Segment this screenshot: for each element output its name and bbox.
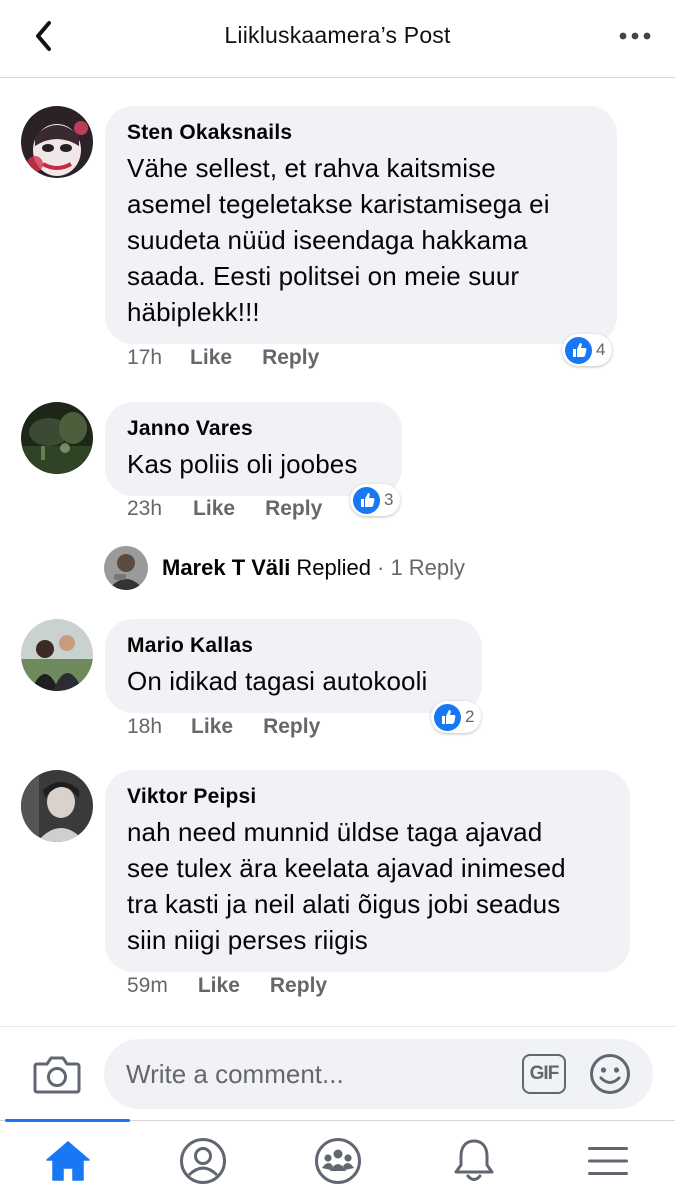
like-button[interactable]: Like xyxy=(191,715,233,739)
nav-profile[interactable] xyxy=(175,1135,231,1187)
emoji-icon xyxy=(590,1054,630,1094)
comment-bubble[interactable]: Janno Vares Kas poliis oli joobes xyxy=(105,402,402,496)
reaction-count[interactable]: 4 xyxy=(562,334,613,366)
view-replies[interactable]: Marek T Väli Replied · 1 Reply xyxy=(104,546,465,590)
nav-home[interactable] xyxy=(40,1135,96,1187)
menu-icon xyxy=(588,1147,628,1175)
comment-actions: 59m Like Reply xyxy=(127,974,327,998)
page-title: Liikluskaamera’s Post xyxy=(224,22,451,48)
like-reaction-icon xyxy=(353,486,380,514)
like-button[interactable]: Like xyxy=(190,346,232,370)
comment-author[interactable]: Janno Vares xyxy=(127,416,380,442)
comment-actions: 23h Like Reply xyxy=(127,497,322,521)
profile-icon xyxy=(180,1138,226,1184)
comment-author[interactable]: Viktor Peipsi xyxy=(127,784,608,810)
avatar[interactable] xyxy=(21,619,93,691)
like-reaction-icon xyxy=(434,703,461,731)
comment-author[interactable]: Mario Kallas xyxy=(127,633,460,659)
avatar xyxy=(104,546,148,590)
like-button[interactable]: Like xyxy=(198,974,240,998)
more-button[interactable] xyxy=(617,22,653,50)
more-dots-icon xyxy=(619,32,651,40)
comment-time[interactable]: 18h xyxy=(127,715,162,739)
groups-icon xyxy=(315,1138,361,1184)
comment-text: Vähe sellest, et rahva kaitsmise asemel … xyxy=(127,153,550,327)
comment-time[interactable]: 23h xyxy=(127,497,162,521)
comment-bubble[interactable]: Viktor Peipsi nah need munnid üldse taga… xyxy=(105,770,630,972)
gif-button[interactable]: GIF xyxy=(522,1054,566,1094)
avatar[interactable] xyxy=(21,106,93,178)
comment-actions: 18h Like Reply xyxy=(127,715,320,739)
notifications-icon xyxy=(454,1139,494,1181)
active-tab-indicator xyxy=(5,1119,130,1122)
reply-count[interactable]: · 1 Reply xyxy=(377,555,465,581)
reply-button[interactable]: Reply xyxy=(265,497,322,521)
camera-icon xyxy=(33,1056,81,1094)
camera-button[interactable] xyxy=(33,1054,81,1094)
reply-button[interactable]: Reply xyxy=(270,974,327,998)
nav-menu[interactable] xyxy=(580,1135,636,1187)
avatar[interactable] xyxy=(21,770,93,842)
reply-author[interactable]: Marek T Väli xyxy=(162,555,290,581)
comment-author[interactable]: Sten Okaksnails xyxy=(127,120,595,146)
nav-groups[interactable] xyxy=(310,1135,366,1187)
reaction-count[interactable]: 3 xyxy=(350,484,401,516)
comment-text: On idikad tagasi autokooli xyxy=(127,666,428,696)
comment-time[interactable]: 59m xyxy=(127,974,168,998)
bottom-nav xyxy=(0,1119,675,1200)
reply-button[interactable]: Reply xyxy=(262,346,319,370)
comment-text: nah need munnid üldse taga ajavad see tu… xyxy=(127,817,566,955)
nav-notifications[interactable] xyxy=(446,1135,502,1187)
top-bar: Liikluskaamera’s Post xyxy=(0,0,675,78)
like-button[interactable]: Like xyxy=(193,497,235,521)
comment-actions: 17h Like Reply xyxy=(127,346,319,370)
comment-input[interactable] xyxy=(104,1039,653,1109)
like-reaction-icon xyxy=(565,336,592,364)
reply-button[interactable]: Reply xyxy=(263,715,320,739)
comment-bubble[interactable]: Mario Kallas On idikad tagasi autokooli xyxy=(105,619,482,713)
comment-time[interactable]: 17h xyxy=(127,346,162,370)
reaction-count[interactable]: 2 xyxy=(431,701,482,733)
comment-bubble[interactable]: Sten Okaksnails Vähe sellest, et rahva k… xyxy=(105,106,617,344)
comment-composer: GIF xyxy=(0,1026,675,1120)
comment-text: Kas poliis oli joobes xyxy=(127,449,358,479)
reply-action: Replied xyxy=(296,555,371,580)
avatar[interactable] xyxy=(21,402,93,474)
emoji-button[interactable] xyxy=(588,1052,632,1096)
home-icon xyxy=(46,1141,90,1181)
